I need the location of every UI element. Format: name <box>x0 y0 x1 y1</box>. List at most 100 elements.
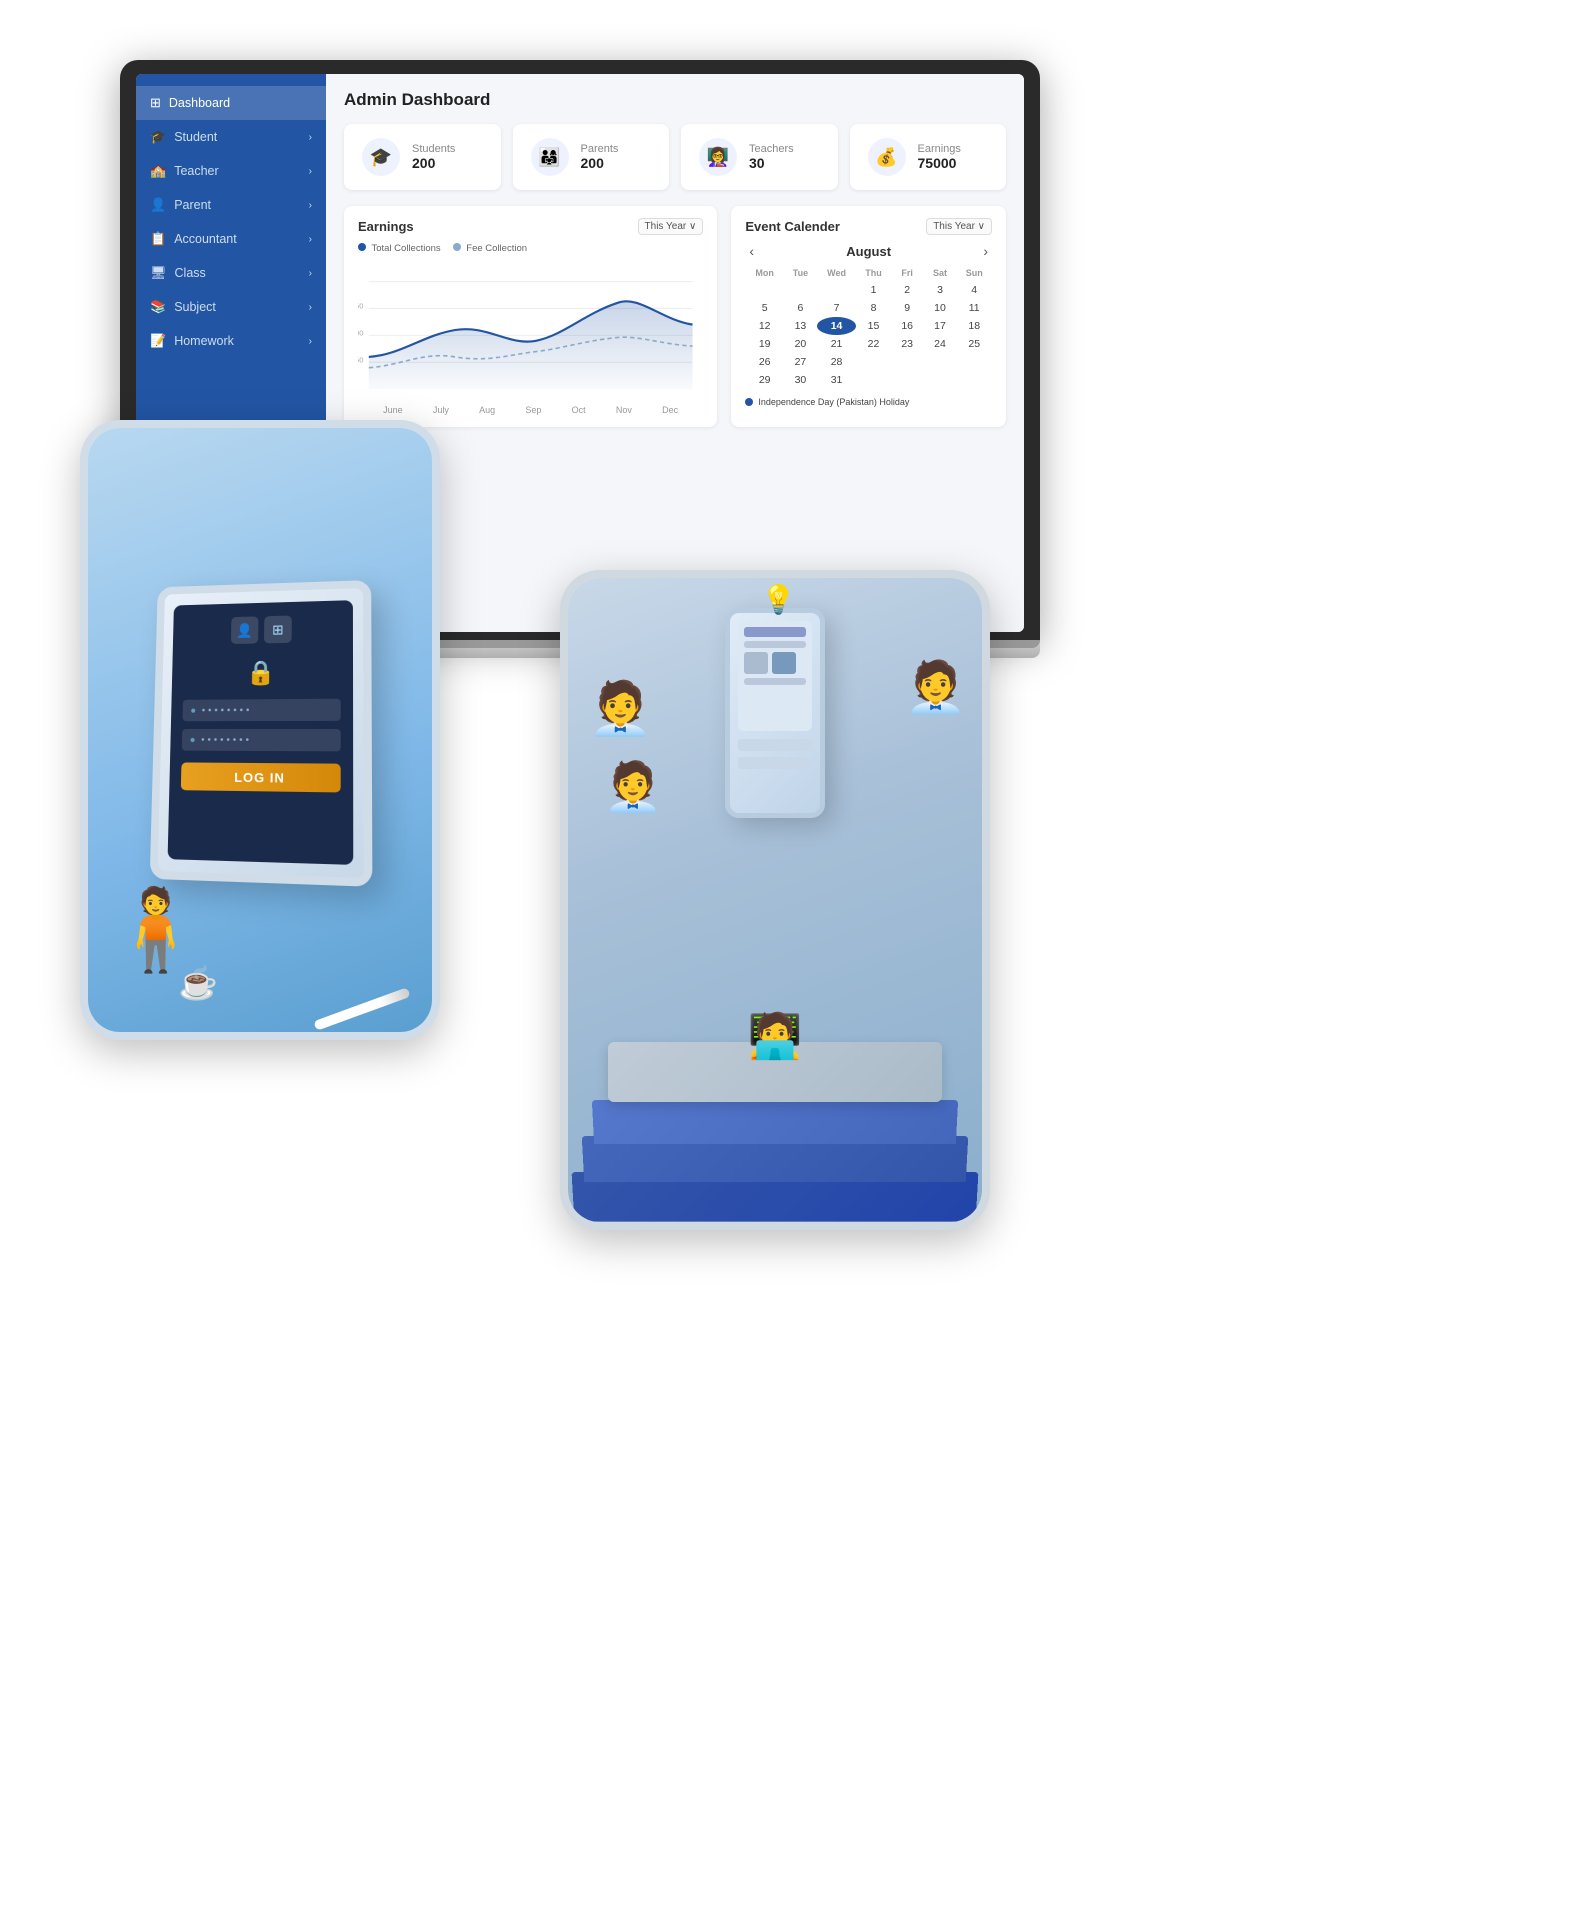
sidebar-item-accountant[interactable]: 📋 Accountant › <box>136 222 326 256</box>
cal-day[interactable] <box>956 353 992 371</box>
cal-day[interactable]: 26 <box>745 353 784 371</box>
cal-day[interactable]: 23 <box>891 335 924 353</box>
chevron-right-icon: › <box>309 336 312 347</box>
earnings-filter[interactable]: This Year ∨ <box>638 218 704 235</box>
cal-day[interactable] <box>745 281 784 299</box>
calendar-month: August <box>846 244 891 259</box>
pen-item <box>313 987 410 1031</box>
teacher-icon: 🏫 <box>150 163 166 179</box>
sidebar-item-class[interactable]: 🖥 Class › <box>136 256 326 290</box>
event-label: Independence Day (Pakistan) Holiday <box>758 397 909 407</box>
cal-day-sat: Sat <box>924 265 957 281</box>
username-field: ● •••••••• <box>182 699 340 722</box>
accountant-icon: 📋 <box>150 231 166 247</box>
cal-day[interactable] <box>924 371 957 389</box>
cal-day[interactable]: 27 <box>784 353 817 371</box>
cal-day[interactable] <box>924 353 957 371</box>
phone-right: 🧑‍💼 🧑‍💼 🧑‍💼 🧑‍💻 💡 <box>560 570 990 1230</box>
chevron-right-icon: › <box>309 302 312 313</box>
cal-day[interactable]: 3 <box>924 281 957 299</box>
cal-day[interactable]: 17 <box>924 317 957 335</box>
cal-day[interactable]: 9 <box>891 299 924 317</box>
lightbulb-icon: 💡 <box>761 583 796 616</box>
sidebar-item-teacher[interactable]: 🏫 Teacher › <box>136 154 326 188</box>
cal-day[interactable]: 2 <box>891 281 924 299</box>
login-scene: 👤 ⊞ 🔒 ● •••••••• ● •••••••• <box>88 428 432 1032</box>
book-layer-3 <box>592 1100 958 1144</box>
cal-day[interactable]: 5 <box>745 299 784 317</box>
cal-day-fri: Fri <box>891 265 924 281</box>
cal-day[interactable]: 6 <box>784 299 817 317</box>
cal-day[interactable]: 8 <box>856 299 891 317</box>
login-button[interactable]: LOG IN <box>181 762 341 792</box>
cal-day[interactable]: 21 <box>817 335 856 353</box>
earnings-panel: Earnings This Year ∨ Total Collections F… <box>344 206 717 427</box>
cal-day[interactable] <box>856 353 891 371</box>
cal-day[interactable]: 29 <box>745 371 784 389</box>
sidebar-item-student[interactable]: 🎓 Student › <box>136 120 326 154</box>
page-title: Admin Dashboard <box>344 90 1006 110</box>
cal-day[interactable] <box>856 371 891 389</box>
legend-total: Total Collections <box>358 243 441 254</box>
dashboard-icon: ⊞ <box>150 95 161 111</box>
cal-day[interactable]: 4 <box>956 281 992 299</box>
cal-day[interactable]: 12 <box>745 317 784 335</box>
cal-day[interactable]: 18 <box>956 317 992 335</box>
stat-info-parents: Parents 200 <box>581 143 619 171</box>
sidebar-item-dashboard[interactable]: ⊞ Dashboard <box>136 86 326 120</box>
prev-month-button[interactable]: ‹ <box>745 243 758 259</box>
legend-dot-fee <box>453 243 461 251</box>
username-dots: •••••••• <box>202 705 253 716</box>
cal-day[interactable] <box>817 281 856 299</box>
sidebar-item-parent[interactable]: 👤 Parent › <box>136 188 326 222</box>
cal-day[interactable]: 19 <box>745 335 784 353</box>
cal-day[interactable]: 14 <box>817 317 856 335</box>
cal-day[interactable]: 16 <box>891 317 924 335</box>
cal-day[interactable] <box>784 281 817 299</box>
chevron-right-icon: › <box>309 166 312 177</box>
earnings-title: Earnings <box>358 219 414 234</box>
cal-day[interactable] <box>891 371 924 389</box>
sidebar-item-subject[interactable]: 📚 Subject › <box>136 290 326 324</box>
cal-day[interactable]: 1 <box>856 281 891 299</box>
calendar-panel: Event Calender This Year ∨ ‹ August › Mo… <box>731 206 1006 427</box>
earnings-header: Earnings This Year ∨ <box>358 218 703 235</box>
event-dot <box>745 398 753 406</box>
phone-left: 👤 ⊞ 🔒 ● •••••••• ● •••••••• <box>80 420 440 1040</box>
sidebar-label-class: Class <box>175 266 301 280</box>
stat-info-earnings: Earnings 75000 <box>918 143 961 171</box>
figure-left-1: 🧑‍💼 <box>588 678 653 739</box>
calendar-filter[interactable]: This Year ∨ <box>926 218 992 235</box>
parents-value: 200 <box>581 155 619 171</box>
students-icon: 🎓 <box>362 138 400 176</box>
tower-btn-2 <box>738 757 812 769</box>
cal-day[interactable]: 30 <box>784 371 817 389</box>
cal-day[interactable] <box>956 371 992 389</box>
cal-day[interactable]: 24 <box>924 335 957 353</box>
cal-day[interactable]: 11 <box>956 299 992 317</box>
stat-info-teachers: Teachers 30 <box>749 143 794 171</box>
cal-day[interactable]: 28 <box>817 353 856 371</box>
cal-day[interactable] <box>891 353 924 371</box>
cal-day[interactable]: 20 <box>784 335 817 353</box>
stat-card-teachers: 👩‍🏫 Teachers 30 <box>681 124 838 190</box>
sidebar-item-homework[interactable]: 📝 Homework › <box>136 324 326 358</box>
cal-day[interactable]: 15 <box>856 317 891 335</box>
cal-day[interactable]: 13 <box>784 317 817 335</box>
sidebar-label-accountant: Accountant <box>174 232 300 246</box>
stat-card-parents: 👨‍👩‍👧 Parents 200 <box>513 124 670 190</box>
person-figure: 🧍 <box>106 883 206 977</box>
earnings-icon: 💰 <box>868 138 906 176</box>
earnings-label: Earnings <box>918 143 961 155</box>
phone-right-content: 🧑‍💼 🧑‍💼 🧑‍💼 🧑‍💻 💡 <box>568 578 982 1222</box>
students-label: Students <box>412 143 455 155</box>
books-stack: 🧑‍💻 <box>568 942 982 1222</box>
next-month-button[interactable]: › <box>979 243 992 259</box>
cal-day[interactable]: 7 <box>817 299 856 317</box>
cal-day[interactable]: 10 <box>924 299 957 317</box>
cal-day[interactable]: 22 <box>856 335 891 353</box>
cal-day[interactable]: 25 <box>956 335 992 353</box>
cal-day[interactable]: 31 <box>817 371 856 389</box>
stat-card-students: 🎓 Students 200 <box>344 124 501 190</box>
teachers-label: Teachers <box>749 143 794 155</box>
